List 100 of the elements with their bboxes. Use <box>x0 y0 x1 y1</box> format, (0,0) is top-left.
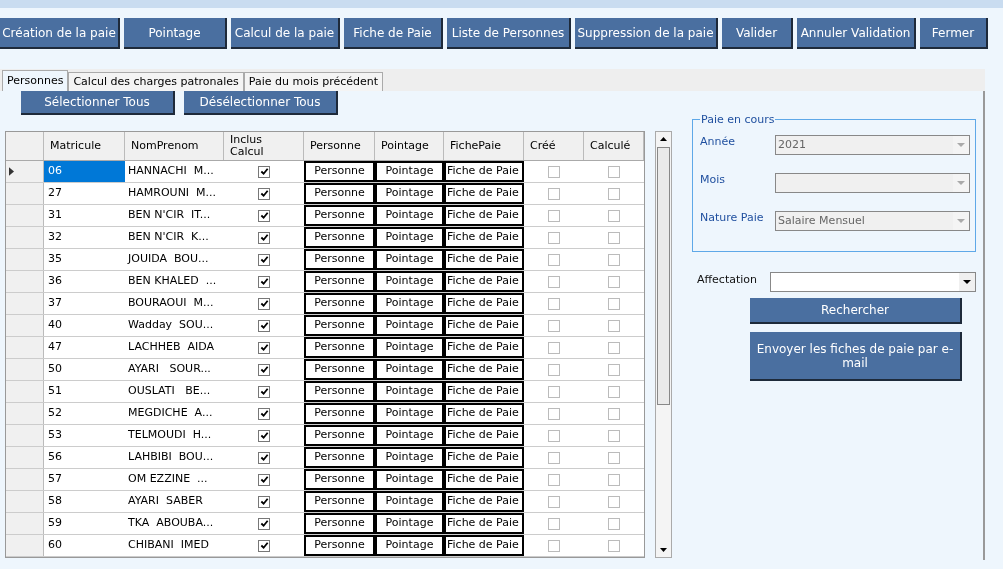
cell-button[interactable]: Personne <box>304 403 375 424</box>
checkbox[interactable] <box>258 429 270 442</box>
checkbox[interactable] <box>258 341 270 354</box>
checkbox[interactable] <box>608 495 620 508</box>
checkbox[interactable] <box>608 363 620 376</box>
cell-button[interactable]: Pointage <box>375 161 444 182</box>
column-header[interactable]: Personne <box>310 140 361 152</box>
cell-button[interactable]: Personne <box>304 491 375 512</box>
cell-button[interactable]: Pointage <box>375 183 444 204</box>
scroll-thumb[interactable] <box>657 147 670 405</box>
cell-button[interactable]: Fiche de Paie <box>444 337 524 358</box>
checkbox[interactable] <box>258 451 270 464</box>
checkbox[interactable] <box>608 385 620 398</box>
checkbox[interactable] <box>608 473 620 486</box>
column-header[interactable]: Matricule <box>50 140 101 152</box>
checkbox[interactable] <box>258 385 270 398</box>
cell-button[interactable]: Fiche de Paie <box>444 513 524 534</box>
cell-button[interactable]: Pointage <box>375 513 444 534</box>
cell-button[interactable]: Fiche de Paie <box>444 161 524 182</box>
cell-button[interactable]: Personne <box>304 381 375 402</box>
toolbar-button[interactable]: Fiche de Paie <box>344 18 443 49</box>
cell-button[interactable]: Pointage <box>375 205 444 226</box>
checkbox[interactable] <box>548 231 560 244</box>
cell-button[interactable]: Personne <box>304 447 375 468</box>
checkbox[interactable] <box>608 451 620 464</box>
checkbox[interactable] <box>258 539 270 552</box>
tab[interactable]: Paie du mois précédent <box>243 72 384 91</box>
cell-button[interactable]: Personne <box>304 293 375 314</box>
cell-button[interactable]: Pointage <box>375 337 444 358</box>
cell-button[interactable]: Pointage <box>375 227 444 248</box>
cell-button[interactable]: Fiche de Paie <box>444 403 524 424</box>
toolbar-button[interactable]: Suppression de la paie <box>575 18 718 49</box>
checkbox[interactable] <box>608 517 620 530</box>
checkbox[interactable] <box>548 451 560 464</box>
cell-button[interactable]: Personne <box>304 337 375 358</box>
cell-button[interactable]: Personne <box>304 469 375 490</box>
cell-button[interactable]: Fiche de Paie <box>444 381 524 402</box>
cell-button[interactable]: Fiche de Paie <box>444 425 524 446</box>
cell-button[interactable]: Pointage <box>375 271 444 292</box>
cell-button[interactable]: Fiche de Paie <box>444 469 524 490</box>
checkbox[interactable] <box>608 429 620 442</box>
checkbox[interactable] <box>608 209 620 222</box>
tab[interactable]: Personnes <box>2 70 69 91</box>
checkbox[interactable] <box>258 495 270 508</box>
action-button[interactable]: Rechercher <box>750 298 962 324</box>
checkbox[interactable] <box>548 473 560 486</box>
cell-button[interactable]: Fiche de Paie <box>444 293 524 314</box>
checkbox[interactable] <box>548 319 560 332</box>
cell-button[interactable]: Fiche de Paie <box>444 359 524 380</box>
checkbox[interactable] <box>548 517 560 530</box>
checkbox[interactable] <box>608 275 620 288</box>
checkbox[interactable] <box>608 341 620 354</box>
cell-button[interactable]: Fiche de Paie <box>444 535 524 556</box>
row-header[interactable] <box>6 161 44 182</box>
checkbox[interactable] <box>258 473 270 486</box>
checkbox[interactable] <box>258 275 270 288</box>
cell-button[interactable]: Pointage <box>375 249 444 270</box>
checkbox[interactable] <box>608 319 620 332</box>
cell-button[interactable]: Personne <box>304 359 375 380</box>
cell-button[interactable]: Pointage <box>375 425 444 446</box>
checkbox[interactable] <box>258 363 270 376</box>
column-header[interactable]: FichePaie <box>450 140 502 152</box>
checkbox[interactable] <box>608 253 620 266</box>
cell-button[interactable]: Pointage <box>375 359 444 380</box>
checkbox[interactable] <box>608 165 620 178</box>
checkbox[interactable] <box>548 187 560 200</box>
scrollbar[interactable] <box>655 131 672 558</box>
cell-button[interactable]: Personne <box>304 205 375 226</box>
checkbox[interactable] <box>258 253 270 266</box>
checkbox[interactable] <box>548 253 560 266</box>
cell-button[interactable]: Fiche de Paie <box>444 205 524 226</box>
tab[interactable]: Calcul des charges patronales <box>68 72 244 91</box>
cell-button[interactable]: Personne <box>304 513 375 534</box>
toolbar-button[interactable]: Fermer <box>920 18 988 49</box>
cell-button[interactable]: Personne <box>304 271 375 292</box>
toolbar-button[interactable]: Annuler Validation <box>797 18 916 49</box>
column-header[interactable]: Inclus Calcul <box>230 134 297 158</box>
toolbar-button[interactable]: Calcul de la paie <box>231 18 340 49</box>
checkbox[interactable] <box>608 539 620 552</box>
cell-button[interactable]: Pointage <box>375 315 444 336</box>
cell-button[interactable]: Fiche de Paie <box>444 249 524 270</box>
cell-button[interactable]: Pointage <box>375 491 444 512</box>
cell-button[interactable]: Pointage <box>375 381 444 402</box>
cell-button[interactable]: Personne <box>304 315 375 336</box>
toolbar-button[interactable]: Valider <box>722 18 793 49</box>
cell-button[interactable]: Personne <box>304 161 375 182</box>
cell-button[interactable]: Pointage <box>375 447 444 468</box>
checkbox[interactable] <box>258 231 270 244</box>
checkbox[interactable] <box>548 275 560 288</box>
checkbox[interactable] <box>258 187 270 200</box>
checkbox[interactable] <box>258 407 270 420</box>
cell-button[interactable]: Personne <box>304 249 375 270</box>
toolbar-button[interactable]: Création de la paie <box>0 18 120 49</box>
toolbar-button[interactable]: Liste de Personnes <box>447 18 571 49</box>
cell-button[interactable]: Fiche de Paie <box>444 315 524 336</box>
checkbox[interactable] <box>258 297 270 310</box>
cell-button[interactable]: Pointage <box>375 469 444 490</box>
checkbox[interactable] <box>548 385 560 398</box>
checkbox[interactable] <box>608 407 620 420</box>
checkbox[interactable] <box>258 209 270 222</box>
